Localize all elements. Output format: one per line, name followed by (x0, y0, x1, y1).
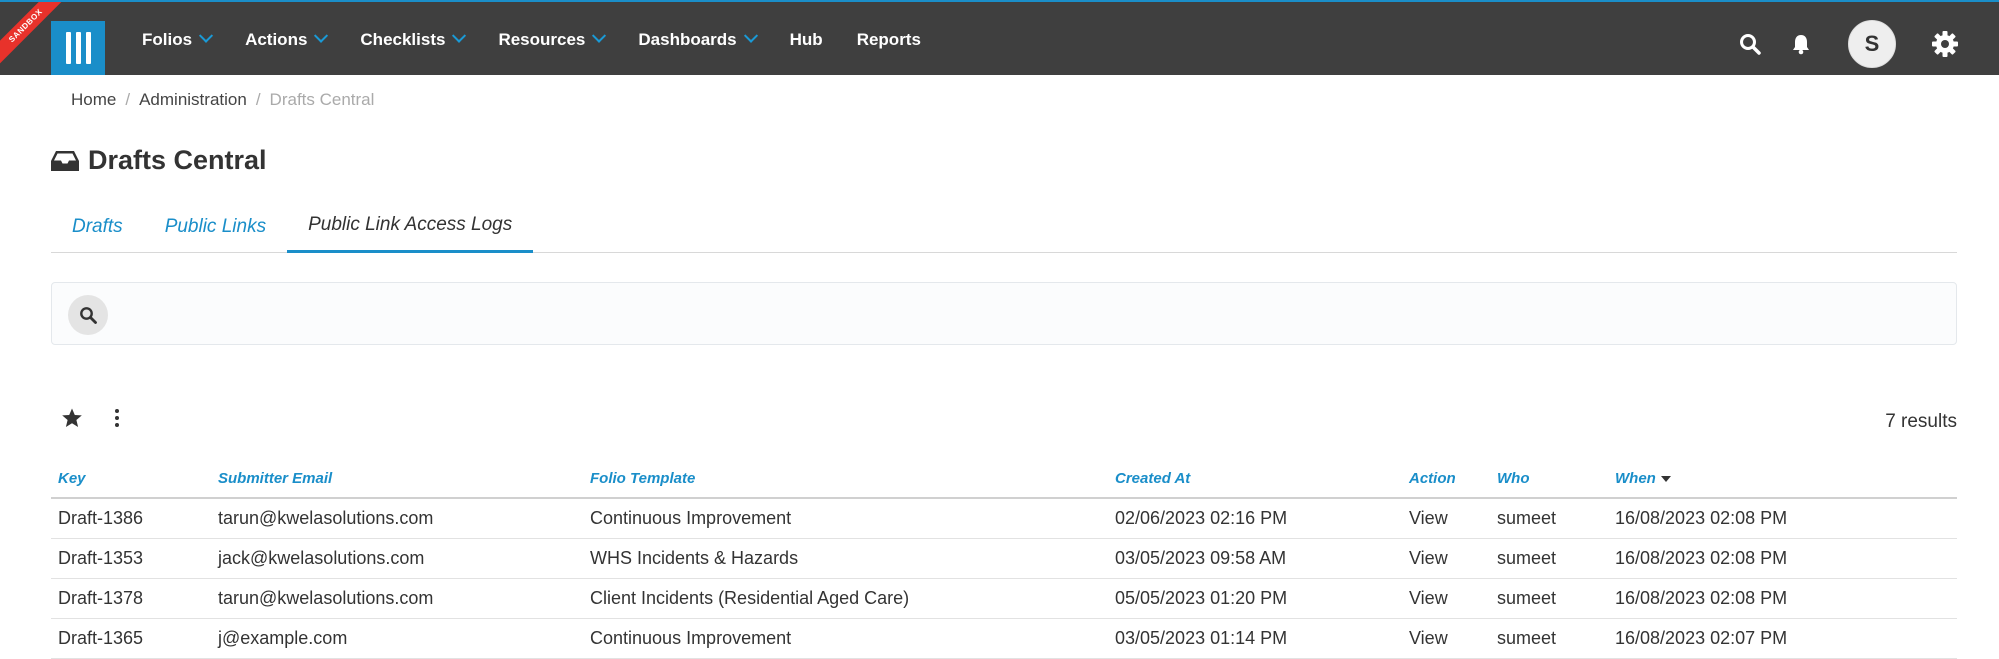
tab-public-link-access-logs[interactable]: Public Link Access Logs (287, 200, 534, 253)
cell-who: sumeet (1490, 578, 1608, 619)
table-row[interactable]: Draft-1365 j@example.com Continuous Impr… (51, 618, 1957, 659)
nav-folios[interactable]: Folios (142, 28, 214, 50)
cell-when: 16/08/2023 02:08 PM (1608, 538, 1957, 579)
nav-resources[interactable]: Resources (498, 28, 607, 50)
cell-key: Draft-1378 (51, 578, 211, 619)
breadcrumb-administration[interactable]: Administration (139, 90, 247, 110)
bell-icon[interactable] (1790, 33, 1812, 55)
gear-icon[interactable] (1931, 30, 1959, 58)
column-action[interactable]: Action (1402, 460, 1490, 499)
user-avatar[interactable]: S (1848, 20, 1896, 68)
nav-hub[interactable]: Hub (790, 30, 823, 50)
chevron-down-icon (592, 28, 607, 43)
breadcrumb-current: Drafts Central (269, 90, 375, 109)
table-header-row: Key Submitter Email Folio Template Creat… (51, 460, 1957, 499)
column-when[interactable]: When (1608, 460, 1957, 499)
cell-template: WHS Incidents & Hazards (583, 538, 1108, 579)
search-icon[interactable] (1739, 33, 1761, 55)
search-panel (51, 282, 1957, 345)
nav-reports[interactable]: Reports (857, 30, 921, 50)
chevron-down-icon (452, 28, 467, 43)
nav-actions[interactable]: Actions (245, 28, 329, 50)
search-icon (80, 307, 97, 324)
chevron-down-icon (743, 28, 758, 43)
table-row[interactable]: Draft-1378 tarun@kwelasolutions.com Clie… (51, 578, 1957, 619)
cell-when: 16/08/2023 02:08 PM (1608, 578, 1957, 619)
cell-email: tarun@kwelasolutions.com (211, 498, 583, 539)
cell-email: j@example.com (211, 618, 583, 659)
inbox-icon (51, 150, 79, 171)
app-logo[interactable] (51, 21, 105, 75)
chevron-down-icon (198, 28, 214, 43)
column-folio-template[interactable]: Folio Template (583, 460, 1108, 499)
cell-template: Continuous Improvement (583, 618, 1108, 659)
cell-action: View (1402, 538, 1490, 579)
results-count: 7 results (1885, 411, 1957, 432)
cell-email: tarun@kwelasolutions.com (211, 578, 583, 619)
breadcrumb-home[interactable]: Home (71, 90, 116, 110)
tab-public-links[interactable]: Public Links (144, 200, 287, 253)
cell-action: View (1402, 618, 1490, 659)
nav-dashboards[interactable]: Dashboards (638, 28, 758, 50)
cell-key: Draft-1365 (51, 618, 211, 659)
cell-created: 03/05/2023 09:58 AM (1108, 538, 1402, 579)
breadcrumb: Home / Administration / Drafts Central (71, 90, 375, 110)
cell-action: View (1402, 578, 1490, 619)
tab-bar: Drafts Public Links Public Link Access L… (51, 200, 1957, 253)
cell-template: Client Incidents (Residential Aged Care) (583, 578, 1108, 619)
cell-who: sumeet (1490, 618, 1608, 659)
column-created-at[interactable]: Created At (1108, 460, 1402, 499)
cell-key: Draft-1386 (51, 498, 211, 539)
cell-action: View (1402, 498, 1490, 539)
column-who[interactable]: Who (1490, 460, 1608, 499)
cell-email: jack@kwelasolutions.com (211, 538, 583, 579)
more-options-icon[interactable] (110, 407, 124, 429)
page-title: Drafts Central (88, 145, 267, 175)
cell-created: 03/05/2023 01:14 PM (1108, 618, 1402, 659)
sort-desc-icon (1660, 476, 1671, 483)
main-nav: Folios Actions Checklists Resources Dash… (142, 2, 955, 77)
star-icon[interactable] (61, 407, 83, 429)
cell-created: 05/05/2023 01:20 PM (1108, 578, 1402, 619)
top-nav-bar: SANDBOX Folios Actions Checklists Resour… (0, 0, 1999, 75)
cell-who: sumeet (1490, 538, 1608, 579)
chevron-down-icon (314, 28, 329, 43)
table-row[interactable]: Draft-1353 jack@kwelasolutions.com WHS I… (51, 538, 1957, 579)
cell-created: 02/06/2023 02:16 PM (1108, 498, 1402, 539)
table-row[interactable]: Draft-1386 tarun@kwelasolutions.com Cont… (51, 498, 1957, 539)
search-button[interactable] (68, 295, 108, 335)
cell-when: 16/08/2023 02:08 PM (1608, 498, 1957, 539)
cell-key: Draft-1353 (51, 538, 211, 579)
page-header: Drafts Central (50, 145, 267, 176)
cell-when: 16/08/2023 02:07 PM (1608, 618, 1957, 659)
access-logs-table: Key Submitter Email Folio Template Creat… (51, 460, 1957, 659)
cell-template: Continuous Improvement (583, 498, 1108, 539)
tab-drafts[interactable]: Drafts (51, 200, 144, 253)
column-submitter-email[interactable]: Submitter Email (211, 460, 583, 499)
nav-checklists[interactable]: Checklists (360, 28, 467, 50)
cell-who: sumeet (1490, 498, 1608, 539)
column-key[interactable]: Key (51, 460, 211, 499)
